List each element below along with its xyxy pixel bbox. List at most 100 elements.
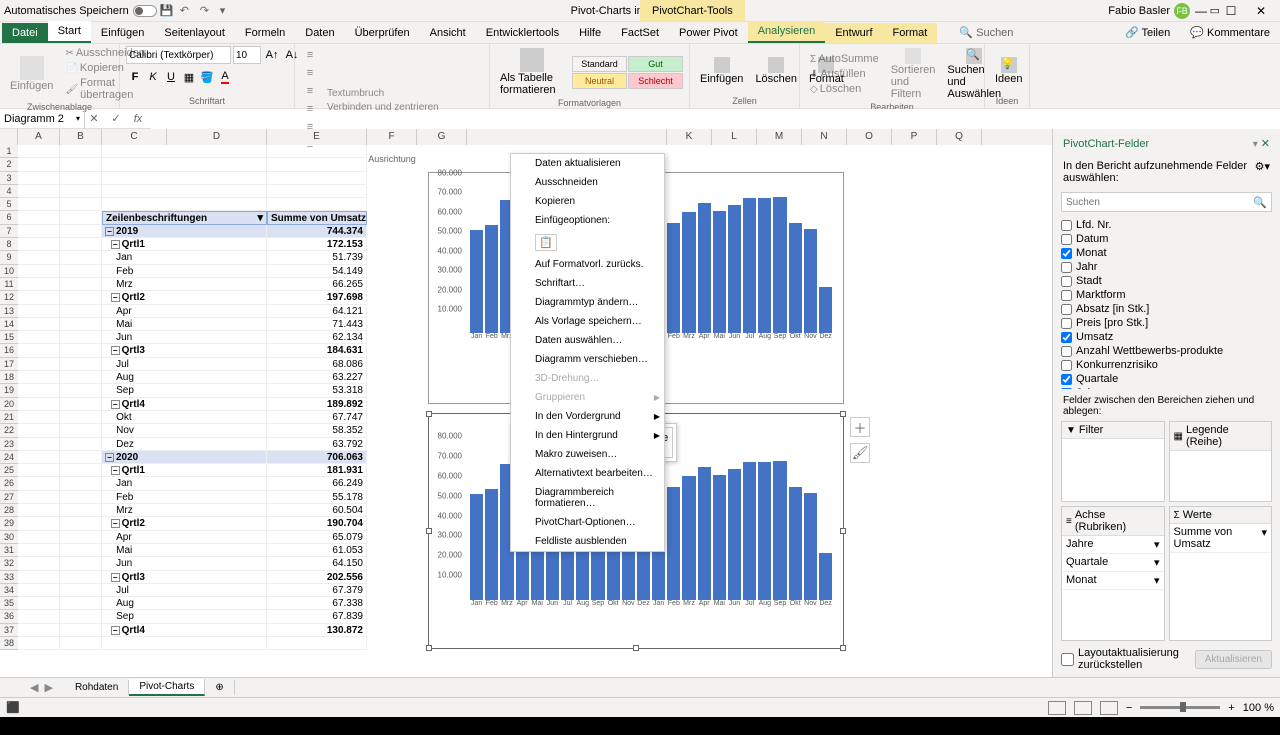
user-account[interactable]: Fabio Basler FB [1108, 3, 1190, 19]
autosum-button[interactable]: Σ AutoSumme [806, 52, 883, 66]
tab-view[interactable]: Ansicht [420, 23, 476, 43]
tab-help[interactable]: Hilfe [569, 23, 611, 43]
field-item[interactable]: Monat [1061, 246, 1272, 260]
menu-item[interactable]: Schriftart… [511, 274, 664, 293]
menu-item[interactable]: Auf Formatvorl. zurücks. [511, 255, 664, 274]
tab-formulas[interactable]: Formeln [235, 23, 295, 43]
tab-devtools[interactable]: Entwicklertools [476, 23, 569, 43]
field-item[interactable]: Preis [pro Stk.] [1061, 316, 1272, 330]
zoom-in-button[interactable]: + [1228, 702, 1234, 714]
copy-button[interactable]: 📄 Kopieren [61, 61, 149, 75]
menu-item[interactable]: Gruppieren▶ [511, 388, 664, 407]
tab-review[interactable]: Überprüfen [345, 23, 420, 43]
field-item[interactable]: Lfd. Nr. [1061, 218, 1272, 232]
merge-button[interactable]: Verbinden und zentrieren [323, 101, 443, 114]
style-standard[interactable]: Standard [572, 56, 627, 72]
page-layout-button[interactable] [1074, 701, 1092, 715]
menu-item[interactable]: In den Hintergrund▶ [511, 426, 664, 445]
axis-zone[interactable]: ≡ Achse (Rubriken) Jahre▾ Quartale▾ Mona… [1061, 506, 1165, 641]
style-neutral[interactable]: Neutral [572, 73, 627, 89]
name-box[interactable]: Diagramm 2▾ [0, 109, 85, 129]
tab-powerpivot[interactable]: Power Pivot [669, 23, 748, 43]
zoom-level[interactable]: 100 % [1243, 702, 1274, 714]
cut-button[interactable]: ✂ Ausschneiden [61, 46, 149, 60]
border-button[interactable]: ▦ [180, 68, 198, 86]
comments-button[interactable]: 💬 Kommentare [1180, 22, 1280, 43]
menu-item[interactable]: Makro zuweisen… [511, 445, 664, 464]
field-item[interactable]: Stadt [1061, 274, 1272, 288]
fields-close-icon[interactable]: ✕ [1261, 138, 1270, 150]
minimize-button[interactable]: — [1186, 2, 1216, 20]
sheet-nav-next[interactable]: ▶ [44, 681, 52, 694]
menu-item[interactable]: Diagramm verschieben… [511, 350, 664, 369]
fields-minimize-icon[interactable]: ▾ [1253, 139, 1258, 150]
search-label[interactable]: Suchen [976, 27, 1013, 39]
undo-icon[interactable]: ↶ [180, 4, 194, 18]
format-table-button[interactable]: Als Tabelle formatieren [496, 46, 568, 98]
format-painter-button[interactable]: 🖌 Format übertragen [61, 76, 149, 102]
accept-formula-icon[interactable]: ✓ [107, 109, 125, 129]
chart-styles-button[interactable]: 🖌 [850, 443, 870, 463]
defer-layout-checkbox[interactable] [1061, 653, 1074, 666]
menu-item[interactable]: Daten auswählen… [511, 331, 664, 350]
paste-button[interactable]: Einfügen [6, 54, 57, 94]
menu-item[interactable]: Ausschneiden [511, 173, 664, 192]
fill-color-button[interactable]: 🪣 [198, 68, 216, 86]
delete-cells-button[interactable]: Löschen [751, 55, 801, 87]
wrap-text-button[interactable]: Textumbruch [323, 87, 443, 100]
menu-item[interactable]: Daten aktualisieren [511, 154, 664, 173]
ideas-button[interactable]: 💡Ideen [991, 55, 1027, 87]
sheet-tab-pivotcharts[interactable]: Pivot-Charts [129, 679, 205, 696]
tab-design[interactable]: Entwurf [825, 23, 882, 43]
insert-cells-button[interactable]: Einfügen [696, 55, 747, 87]
close-button[interactable]: ✕ [1246, 2, 1276, 20]
tab-start[interactable]: Start [48, 21, 91, 43]
clear-button[interactable]: ◇ Löschen [806, 82, 883, 96]
field-item[interactable]: Quartale [1061, 372, 1272, 386]
values-zone[interactable]: Σ Werte Summe von Umsatz▾ [1169, 506, 1273, 641]
zoom-out-button[interactable]: − [1126, 702, 1132, 714]
search-input[interactable] [1066, 197, 1253, 208]
sort-filter-button[interactable]: Sortieren und Filtern [887, 46, 940, 102]
menu-item[interactable]: In den Vordergrund▶ [511, 407, 664, 426]
menu-item[interactable]: Diagrammbereich formatieren… [511, 483, 664, 513]
field-item[interactable]: Anzahl Wettbewerbs-produkte [1061, 344, 1272, 358]
menu-item[interactable]: PivotChart-Optionen… [511, 513, 664, 532]
font-color-button[interactable]: A [216, 68, 234, 86]
page-break-button[interactable] [1100, 701, 1118, 715]
normal-view-button[interactable] [1048, 701, 1066, 715]
field-item[interactable]: Absatz [in Stk.] [1061, 302, 1272, 316]
field-item[interactable]: Umsatz [1061, 330, 1272, 344]
share-button[interactable]: 🔗 Teilen [1115, 22, 1180, 43]
tab-format[interactable]: Format [883, 23, 938, 43]
tab-factset[interactable]: FactSet [611, 23, 669, 43]
sheet-tab-rohdaten[interactable]: Rohdaten [65, 680, 129, 695]
tab-file[interactable]: Datei [2, 23, 48, 43]
fill-button[interactable]: ⬇ Ausfüllen [806, 67, 883, 81]
field-item[interactable]: Konkurrenzrisiko [1061, 358, 1272, 372]
tab-insert[interactable]: Einfügen [91, 23, 154, 43]
update-button[interactable]: Aktualisieren [1195, 650, 1272, 669]
sheet-nav-prev[interactable]: ◀ [30, 681, 38, 694]
cancel-formula-icon[interactable]: ✕ [85, 109, 103, 129]
autosave-toggle[interactable] [133, 5, 157, 17]
qat-dropdown-icon[interactable]: ▾ [220, 4, 234, 18]
font-size-combo[interactable] [233, 46, 261, 64]
tab-analyze[interactable]: Analysieren [748, 21, 825, 43]
chart-elements-button[interactable]: ＋ [850, 417, 870, 437]
tab-layout[interactable]: Seitenlayout [154, 23, 235, 43]
save-icon[interactable]: 💾 [160, 4, 174, 18]
new-sheet-button[interactable]: ⊕ [205, 680, 234, 695]
fields-layout-icon[interactable]: ⚙▾ [1255, 160, 1270, 184]
macro-record-icon[interactable]: ⬛ [6, 701, 20, 714]
fields-search[interactable]: 🔍 [1061, 192, 1272, 212]
redo-icon[interactable]: ↷ [200, 4, 214, 18]
menu-item[interactable]: Diagrammtyp ändern… [511, 293, 664, 312]
field-item[interactable]: Datum [1061, 232, 1272, 246]
zoom-slider[interactable] [1140, 706, 1220, 709]
menu-item[interactable]: Alternativtext bearbeiten… [511, 464, 664, 483]
style-gut[interactable]: Gut [628, 56, 683, 72]
menu-item[interactable]: Kopieren [511, 192, 664, 211]
field-item[interactable]: Marktform [1061, 288, 1272, 302]
menu-item[interactable]: 3D-Drehung… [511, 369, 664, 388]
